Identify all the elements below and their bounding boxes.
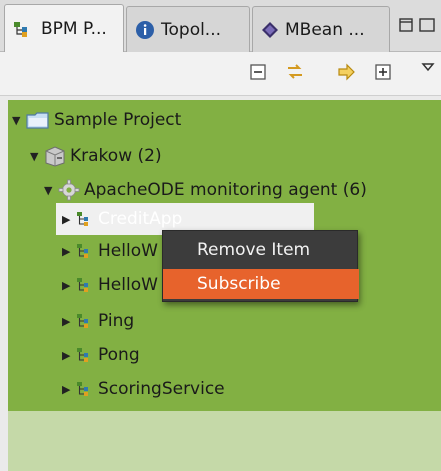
expanded-arrow-icon[interactable]: ▼ xyxy=(44,184,58,197)
menu-item-remove-item[interactable]: Remove Item xyxy=(163,235,359,265)
collapsed-arrow-icon[interactable]: ▶ xyxy=(62,315,76,328)
forward-icon xyxy=(336,62,356,87)
collapsed-arrow-icon[interactable]: ▶ xyxy=(62,213,76,226)
maximize-icon[interactable] xyxy=(419,17,435,37)
info-icon xyxy=(135,20,155,40)
expanded-arrow-icon[interactable]: ▼ xyxy=(12,114,26,127)
tree-item-agent[interactable]: ▼ ApacheODE monitoring agent (6) xyxy=(44,174,367,206)
menu-item-subscribe[interactable]: Subscribe xyxy=(163,269,359,299)
tree-item-label: CreditApp xyxy=(98,209,183,229)
gear-icon xyxy=(58,179,80,201)
tab-label: MBean ... xyxy=(285,19,365,40)
link-with-editor-button[interactable] xyxy=(283,62,307,86)
expand-all-icon xyxy=(374,63,392,86)
tree-item-label: HelloW xyxy=(98,241,158,261)
tree-item-label: ScoringService xyxy=(98,379,225,399)
view-toolbar xyxy=(0,52,441,96)
bpm-process-icon xyxy=(76,277,94,293)
bpm-process-icon xyxy=(76,313,94,329)
folder-icon xyxy=(26,110,50,130)
collapsed-arrow-icon[interactable]: ▶ xyxy=(62,383,76,396)
view-window-controls xyxy=(399,12,441,42)
expanded-arrow-icon[interactable]: ▼ xyxy=(30,150,44,163)
link-with-editor-icon xyxy=(285,62,305,87)
collapse-all-button[interactable] xyxy=(246,62,270,86)
bpm-process-icon xyxy=(76,211,94,227)
minimize-icon[interactable] xyxy=(399,17,413,37)
tab-topology[interactable]: Topol... xyxy=(126,6,250,52)
tree-item-process[interactable]: ▶ Ping xyxy=(62,305,134,337)
tree-item-process[interactable]: ▶ HelloW xyxy=(62,269,158,301)
tree-item-process[interactable]: ▶ HelloW xyxy=(62,235,158,267)
tree-item-process[interactable]: ▶ ScoringService xyxy=(62,373,225,405)
bpm-process-icon xyxy=(76,243,94,259)
mbean-icon xyxy=(261,21,279,39)
tree-item-label: Sample Project xyxy=(54,110,182,130)
tree-item-project[interactable]: ▼ Sample Project xyxy=(12,104,181,136)
tree-item-host[interactable]: ▼ Krakow (2) xyxy=(30,140,162,172)
view-tab-bar: BPM P... Topol... MBean ... xyxy=(0,0,441,52)
collapse-all-icon xyxy=(249,63,267,86)
tree-item-label: Ping xyxy=(98,311,135,331)
tree-item-process[interactable]: ▶ Pong xyxy=(62,339,140,371)
tree-item-label: HelloW xyxy=(98,275,158,295)
collapsed-arrow-icon[interactable]: ▶ xyxy=(62,279,76,292)
bpm-process-icon xyxy=(13,20,35,38)
bpm-process-icon xyxy=(76,381,94,397)
tree-item-label: Pong xyxy=(98,345,140,365)
tab-label: Topol... xyxy=(161,19,222,40)
tree-item-label: Krakow (2) xyxy=(70,146,162,166)
bpm-process-icon xyxy=(76,347,94,363)
menu-item-label: Remove Item xyxy=(197,240,311,260)
forward-button[interactable] xyxy=(334,62,358,86)
server-icon xyxy=(44,145,66,167)
view-menu-icon xyxy=(421,58,435,78)
collapsed-arrow-icon[interactable]: ▶ xyxy=(62,349,76,362)
tree-empty-area xyxy=(8,411,441,471)
tab-label: BPM P... xyxy=(41,18,107,39)
expand-all-button[interactable] xyxy=(371,62,395,86)
menu-item-label: Subscribe xyxy=(197,274,281,294)
tree-item-label: ApacheODE monitoring agent (6) xyxy=(84,180,367,200)
view-menu-button[interactable] xyxy=(416,56,440,80)
tab-bpm-processes[interactable]: BPM P... xyxy=(4,4,124,52)
tab-mbean[interactable]: MBean ... xyxy=(252,6,390,52)
collapsed-arrow-icon[interactable]: ▶ xyxy=(62,245,76,258)
context-menu: Remove Item Subscribe xyxy=(162,230,359,302)
